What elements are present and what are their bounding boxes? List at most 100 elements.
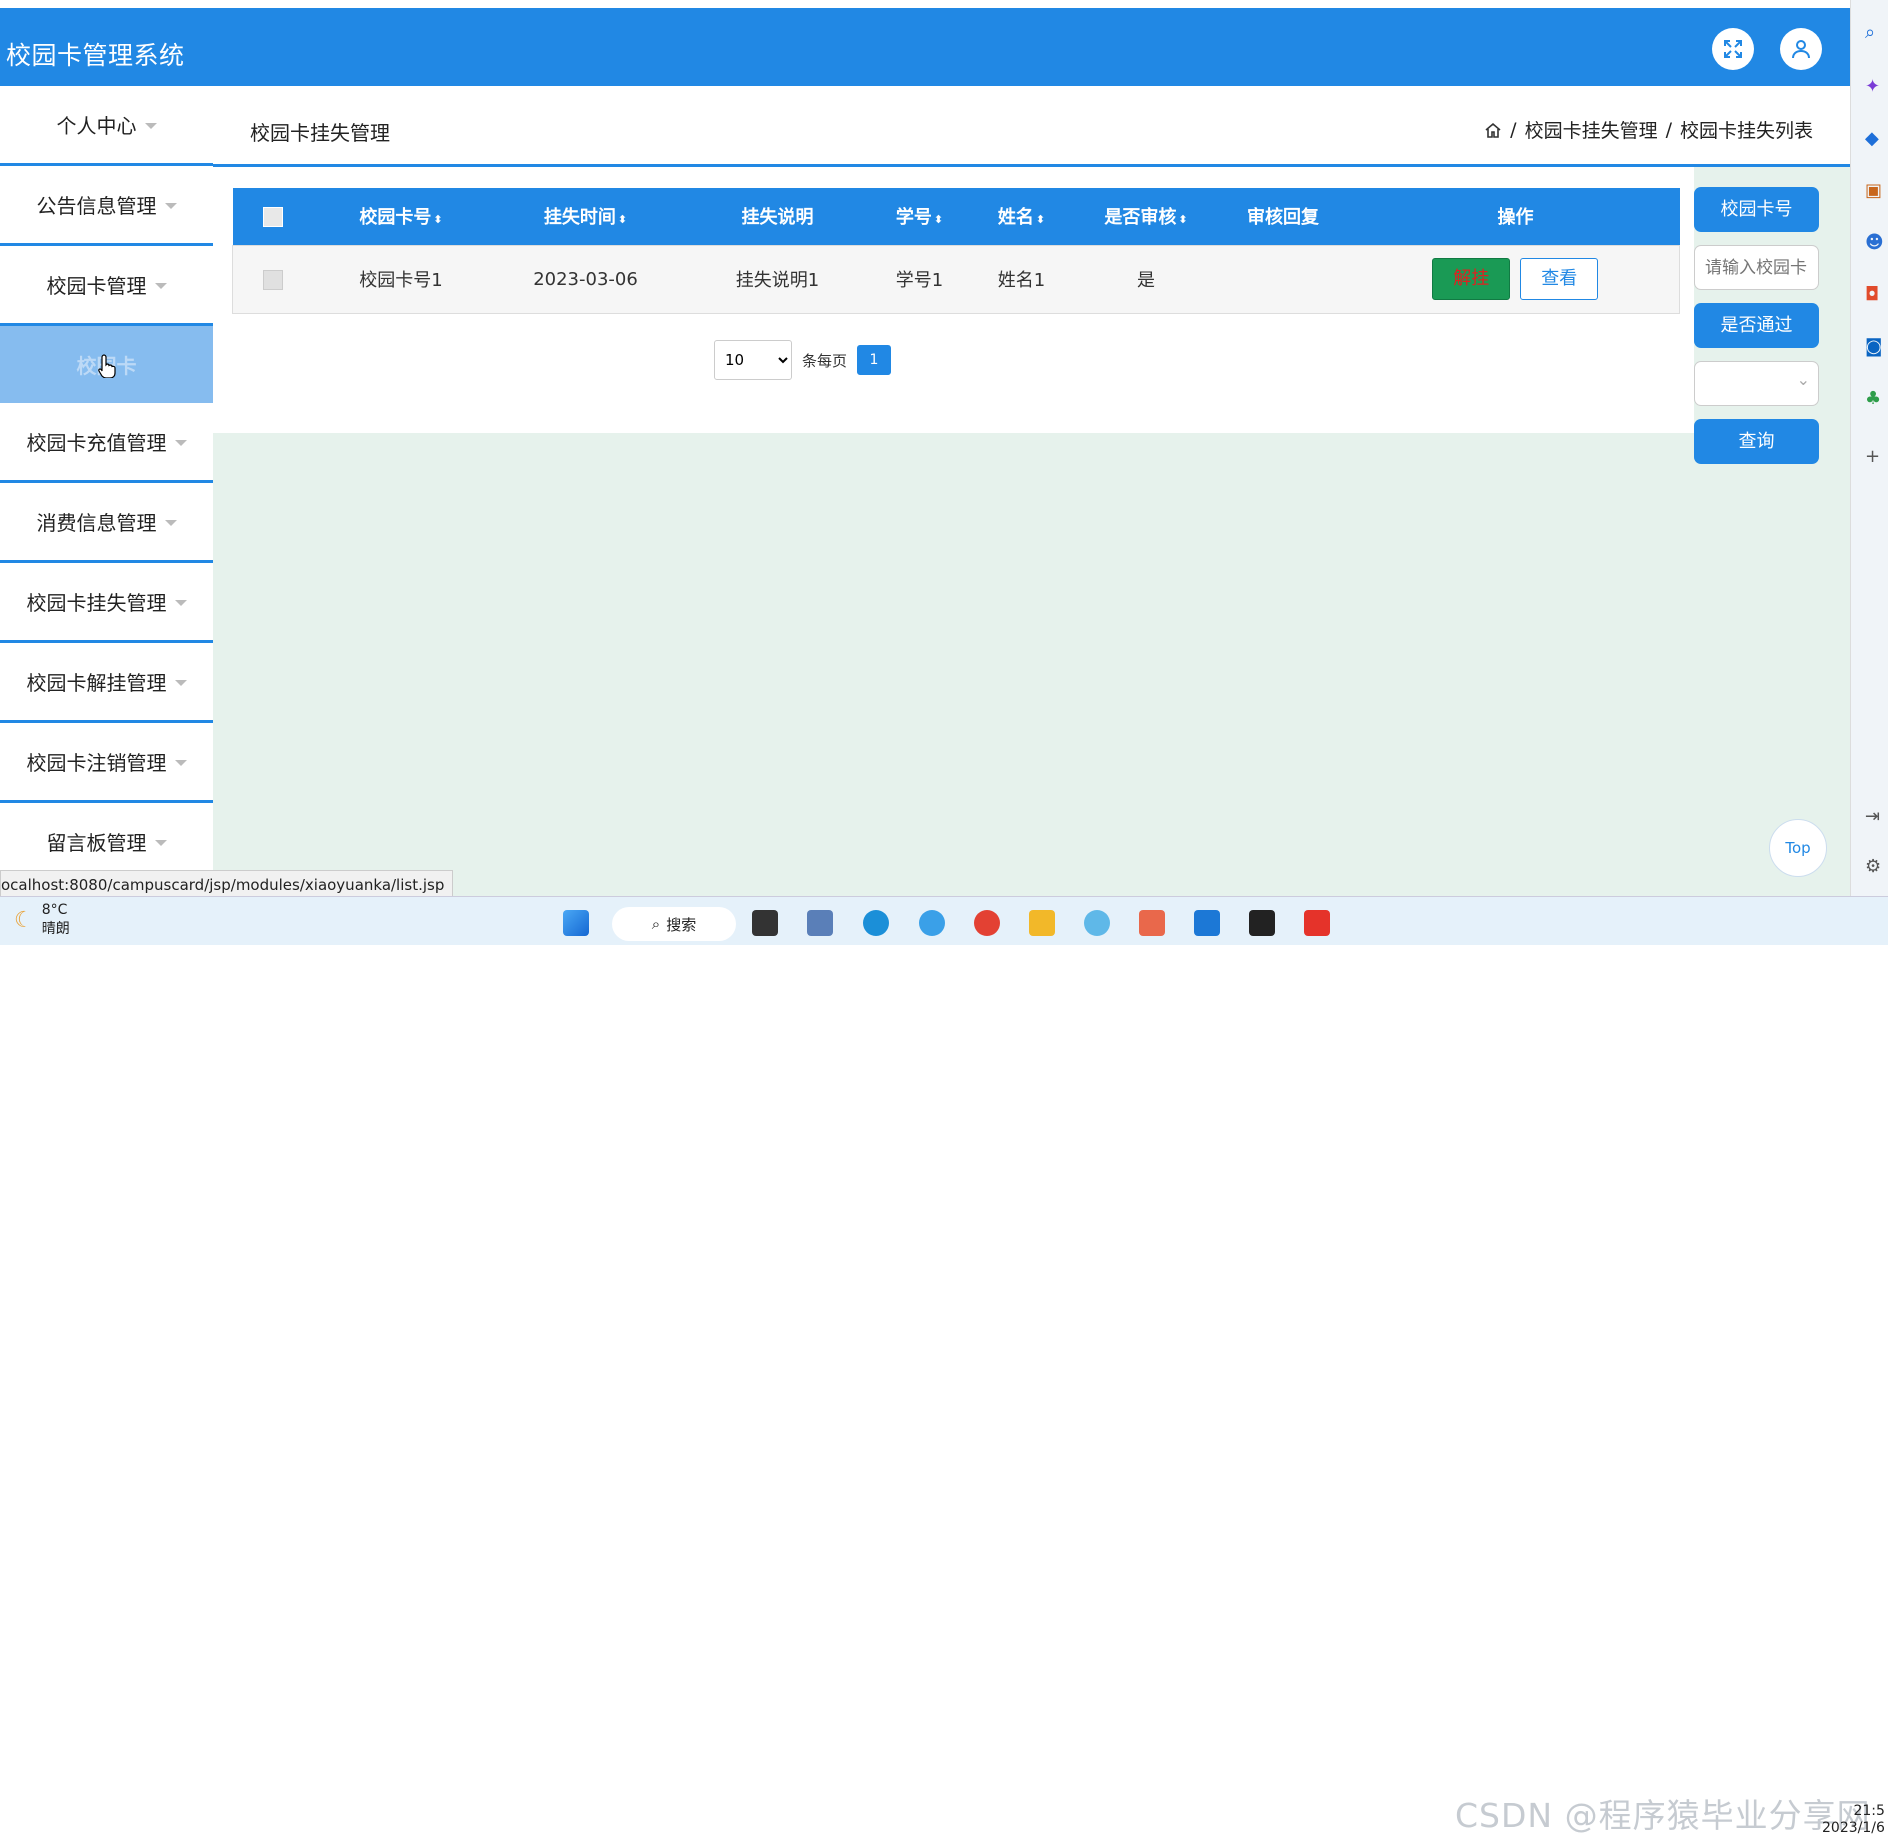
breadcrumb-separator: / [1510, 118, 1517, 141]
sidebar-item-personal[interactable]: 个人中心 [0, 86, 213, 166]
col-name[interactable]: 姓名 ⬍ [966, 188, 1078, 245]
col-desc: 挂失说明 [741, 207, 814, 229]
breadcrumb-item: 校园卡挂失列表 [1679, 120, 1813, 142]
sidebar-item-card[interactable]: 校园卡管理 [0, 246, 213, 326]
sidebar-item-label: 校园卡解挂管理 [26, 671, 167, 695]
sidebar-item-label: 校园卡挂失管理 [26, 591, 167, 615]
edge-icon[interactable] [863, 910, 889, 936]
col-student-no[interactable]: 学号 ⬍ [874, 188, 966, 245]
caret-down-icon [164, 519, 177, 526]
card-no-input[interactable] [1694, 245, 1819, 290]
folder-icon[interactable] [1029, 910, 1055, 936]
breadcrumb-item[interactable]: 校园卡挂失管理 [1525, 116, 1658, 143]
sort-icon: ⬍ [933, 213, 944, 227]
caret-down-icon [174, 679, 187, 686]
edge-sidebar: ⌕ ✦ ◆ ▣ ☻ ◘ ◙ ♣ + ⇥ ⚙ [1850, 0, 1888, 896]
sort-icon: ⬍ [1035, 213, 1046, 227]
sparkle-icon[interactable]: ✦ [1865, 76, 1880, 97]
card-no-label: 校园卡号 [1694, 187, 1819, 232]
sidebar-item-notice[interactable]: 公告信息管理 [0, 166, 213, 246]
query-button[interactable]: 查询 [1694, 419, 1819, 464]
cell-audited: 是 [1137, 270, 1155, 291]
toolbox-icon[interactable]: ▣ [1865, 180, 1882, 201]
search-panel: 校园卡号 是否通过 查询 [1694, 187, 1819, 477]
phone-icon[interactable] [1194, 910, 1220, 936]
sidebar-item-consume[interactable]: 消费信息管理 [0, 483, 213, 563]
col-audited[interactable]: 是否审核 ⬍ [1078, 188, 1215, 245]
pass-label: 是否通过 [1694, 303, 1819, 348]
table-header-row: 校园卡号 ⬍ 挂失时间 ⬍ 挂失说明 学号 ⬍ 姓名 ⬍ 是否审核 ⬍ 审核回复 操作 [232, 188, 1680, 245]
app-icon[interactable] [1139, 910, 1165, 936]
row-select-cell [233, 245, 313, 313]
col-time[interactable]: 挂失时间 ⬍ [490, 188, 682, 245]
select-all-checkbox[interactable] [262, 206, 283, 227]
taskbar-search[interactable]: ⌕ 搜索 [612, 907, 736, 941]
search-icon[interactable]: ⌕ [1865, 22, 1875, 43]
page-title: 校园卡挂失管理 [250, 121, 390, 145]
caret-down-icon [164, 202, 177, 209]
app-icon[interactable] [807, 910, 833, 936]
back-to-top-button[interactable]: Top [1769, 819, 1827, 877]
wps-icon[interactable] [1304, 910, 1330, 936]
fullscreen-button[interactable] [1712, 28, 1754, 70]
sort-icon: ⬍ [1178, 213, 1188, 227]
data-table: 校园卡号 ⬍ 挂失时间 ⬍ 挂失说明 学号 ⬍ 姓名 ⬍ 是否审核 ⬍ 审核回复 操作 校… [232, 188, 1680, 314]
user-icon [1792, 40, 1810, 59]
search-icon: ⌕ [651, 915, 661, 933]
sidebar-item-loss[interactable]: 校园卡挂失管理 [0, 563, 213, 643]
page-header: 校园卡挂失管理 / 校园卡挂失管理 / 校园卡挂失列表 [213, 86, 1850, 167]
ie-icon[interactable] [919, 910, 945, 936]
settings-icon[interactable]: ⚙ [1865, 856, 1881, 877]
home-icon[interactable] [1484, 121, 1502, 139]
breadcrumb-separator: / [1665, 118, 1672, 141]
row-checkbox[interactable] [262, 269, 283, 290]
cell-reply [1215, 245, 1352, 313]
col-card-no[interactable]: 校园卡号 ⬍ [313, 188, 490, 245]
sidebar-item-unlock[interactable]: 校园卡解挂管理 [0, 643, 213, 723]
caret-down-icon [174, 599, 187, 606]
outlook-icon[interactable]: ◙ [1865, 336, 1882, 357]
breadcrumb: / 校园卡挂失管理 / 校园卡挂失列表 [1484, 116, 1813, 143]
idea-icon[interactable] [1249, 910, 1275, 936]
cell-desc: 挂失说明1 [735, 270, 820, 291]
sidebar-item-recharge[interactable]: 校园卡充值管理 [0, 403, 213, 483]
caret-down-icon [144, 122, 157, 129]
col-reply: 审核回复 [1247, 207, 1319, 229]
sort-icon: ⬍ [617, 213, 628, 227]
page-number-button[interactable]: 1 [857, 345, 892, 375]
chrome-icon[interactable] [974, 910, 1000, 936]
clock-date: 2023/1/6 [1822, 1820, 1885, 1836]
sidebar-item-label: 留言板管理 [46, 831, 147, 855]
watermark: CSDN @程序猿毕业分享网 [1455, 1796, 1871, 1835]
weather-widget[interactable]: ☾ 8°C 晴朗 [14, 902, 70, 938]
people-icon[interactable]: ☻ [1865, 232, 1884, 253]
sidebar: 个人中心 公告信息管理 校园卡管理 校园卡 校园卡充值管理 消费信息管理 校园卡… [0, 86, 213, 896]
weather-text: 晴朗 [41, 921, 70, 937]
clock-time: 21:5 [1853, 1803, 1885, 1819]
sidebar-subitem-card[interactable]: 校园卡 [0, 326, 213, 403]
per-page-label: 条每页 [802, 351, 848, 370]
windows-start-icon[interactable] [563, 910, 589, 936]
col-actions: 操作 [1497, 207, 1534, 229]
office-icon[interactable]: ◘ [1865, 284, 1879, 305]
sidebar-item-cancel[interactable]: 校园卡注销管理 [0, 723, 213, 803]
app-icon[interactable] [1084, 910, 1110, 936]
sort-icon: ⬍ [433, 213, 443, 227]
user-button[interactable] [1780, 28, 1822, 70]
exit-icon[interactable]: ⇥ [1865, 806, 1880, 827]
sidebar-item-label: 校园卡管理 [46, 274, 147, 298]
task-view-icon[interactable] [752, 910, 778, 936]
sidebar-item-label: 校园卡注销管理 [26, 751, 167, 775]
page-size-select[interactable]: 10 [714, 340, 792, 380]
tag-icon[interactable]: ◆ [1865, 128, 1879, 149]
caret-down-icon [174, 759, 187, 766]
pass-select[interactable] [1694, 361, 1819, 406]
table-row: 校园卡号1 2023-03-06 挂失说明1 学号1 姓名1 是 解挂 查看 [232, 245, 1680, 313]
tree-icon[interactable]: ♣ [1865, 388, 1881, 409]
sidebar-item-label: 校园卡充值管理 [26, 431, 167, 455]
view-button[interactable]: 查看 [1520, 258, 1599, 300]
cell-name: 姓名1 [997, 270, 1046, 291]
unlock-button[interactable]: 解挂 [1432, 258, 1511, 300]
moon-icon: ☾ [14, 907, 34, 933]
add-icon[interactable]: + [1865, 446, 1880, 467]
